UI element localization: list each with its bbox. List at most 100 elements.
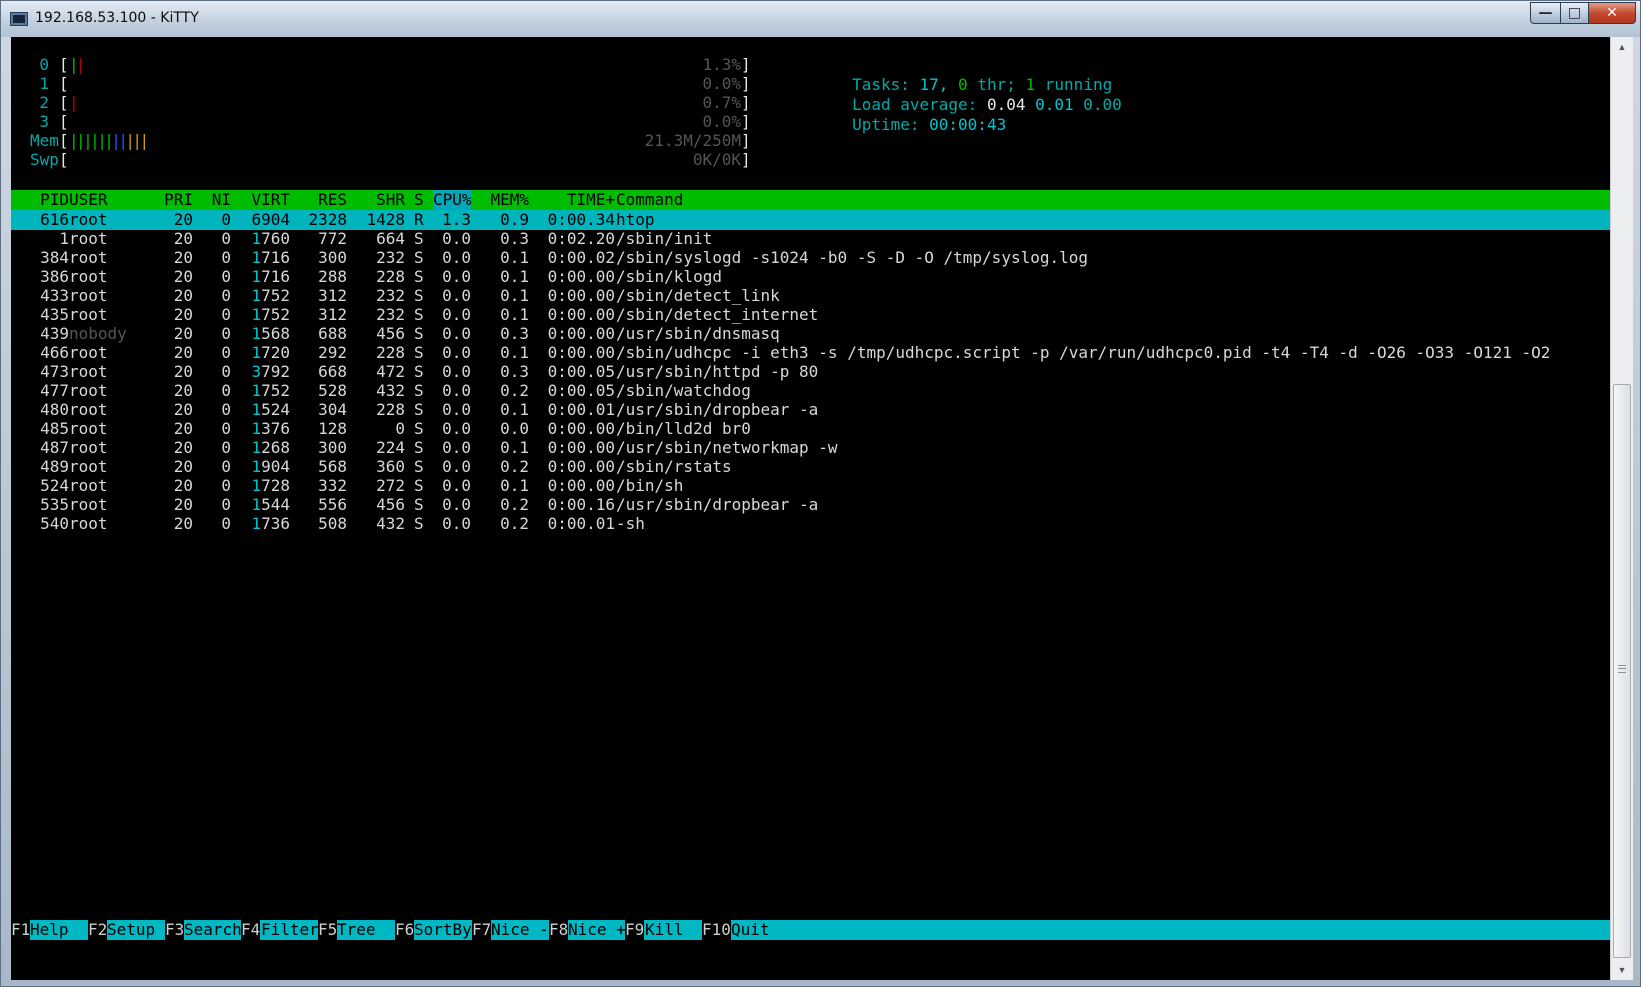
process-row[interactable]: 439 nobody 20 0 1568 688 456 S 0.0 0.3 0:00.00/usr… bbox=[11, 324, 1610, 344]
process-ni: 0 bbox=[221, 267, 231, 286]
column-header-virt[interactable]: VIRT bbox=[232, 190, 290, 210]
process-ni: 0 bbox=[221, 248, 231, 267]
virt-thousands: 1 bbox=[251, 514, 262, 533]
process-shr: 432 bbox=[376, 381, 405, 400]
column-header-shr[interactable]: SHR bbox=[347, 190, 405, 210]
process-mem: 0.3 bbox=[500, 362, 529, 381]
terminal-app-icon[interactable] bbox=[10, 12, 28, 26]
scrollbar-thumb[interactable] bbox=[1613, 384, 1631, 958]
column-header-user[interactable]: USER bbox=[69, 190, 155, 210]
fkey-f1-button[interactable]: Help bbox=[30, 920, 88, 940]
fkey-f6-number[interactable]: F6 bbox=[395, 920, 415, 940]
fkey-f1-number[interactable]: F1 bbox=[11, 920, 31, 940]
close-button[interactable]: ✕ bbox=[1588, 2, 1636, 24]
process-row[interactable]: 480 root 20 0 1524 304 228 S 0.0 0.1 0:00.01/usr/s… bbox=[11, 400, 1610, 420]
fkey-f9-button[interactable]: Kill bbox=[645, 920, 703, 940]
process-time: 0:00.00 bbox=[547, 476, 615, 495]
fkey-f8-number[interactable]: F8 bbox=[549, 920, 569, 940]
scroll-down-arrow-icon[interactable]: ▼ bbox=[1611, 960, 1633, 980]
process-s: S bbox=[414, 381, 424, 400]
process-pri: 20 bbox=[173, 457, 193, 476]
process-time: 0:00.00 bbox=[547, 419, 615, 438]
fkey-f10-button[interactable]: Quit bbox=[731, 920, 770, 940]
process-command: /bin/lld2d br0 bbox=[616, 419, 751, 438]
process-virt: 1716 bbox=[232, 267, 290, 287]
meter-bracket-open: [ bbox=[59, 74, 69, 93]
fkey-f8-button[interactable]: Nice + bbox=[568, 920, 626, 940]
process-row[interactable]: 485 root 20 0 1376 128 0 S 0.0 0.0 0:00.00/bin/lld… bbox=[11, 419, 1610, 439]
kitty-window: 192.168.53.100 - KiTTY — □ ✕ 0[| | 1.3%] 1[… bbox=[0, 0, 1641, 987]
fkey-f9-number[interactable]: F9 bbox=[625, 920, 645, 940]
fkey-f10-number[interactable]: F10 bbox=[702, 920, 731, 940]
fkey-f4-number[interactable]: F4 bbox=[241, 920, 261, 940]
process-row[interactable]: 477 root 20 0 1752 528 432 S 0.0 0.2 0:00.05/sbin/… bbox=[11, 381, 1610, 401]
process-s: S bbox=[414, 419, 424, 438]
process-pri: 20 bbox=[173, 324, 193, 343]
scroll-up-arrow-icon[interactable]: ▲ bbox=[1611, 37, 1633, 57]
fkey-f3-button[interactable]: Search bbox=[184, 920, 242, 940]
process-res: 312 bbox=[318, 286, 347, 305]
process-row[interactable]: 489 root 20 0 1904 568 360 S 0.0 0.2 0:00.00/sbin/… bbox=[11, 457, 1610, 477]
process-ni: 0 bbox=[221, 400, 231, 419]
process-res: 772 bbox=[318, 229, 347, 248]
fkey-f5-number[interactable]: F5 bbox=[318, 920, 338, 940]
virt-rest: 720 bbox=[261, 343, 290, 362]
process-row[interactable]: 466 root 20 0 1720 292 228 S 0.0 0.1 0:00.00/sbin/… bbox=[11, 343, 1610, 363]
process-row[interactable]: 386 root 20 0 1716 288 228 S 0.0 0.1 0:00.00/sbin/… bbox=[11, 267, 1610, 287]
terminal-screen[interactable]: 0[| | 1.3%] 1[0.0%] 2[| 0.7%] 3[0.0%] Mem[|||||… bbox=[11, 37, 1610, 980]
process-row[interactable]: 1 root 20 0 1760 772 664 S 0.0 0.3 0:02.20/sbin/in… bbox=[11, 229, 1610, 249]
minimize-button[interactable]: — bbox=[1530, 2, 1560, 24]
fkey-f7-number[interactable]: F7 bbox=[472, 920, 492, 940]
column-header-ni[interactable]: NI bbox=[193, 190, 231, 210]
process-row[interactable]: 616 root 20 0 6904 2328 1428 R 1.3 0.9 0:00.34 htop bbox=[11, 210, 1610, 230]
fkey-f2-button[interactable]: Setup bbox=[107, 920, 165, 940]
process-time: 0:00.00 bbox=[547, 343, 615, 362]
process-row[interactable]: 535 root 20 0 1544 556 456 S 0.0 0.2 0:00.16/usr/s… bbox=[11, 495, 1610, 515]
column-header-res[interactable]: RES bbox=[289, 190, 347, 210]
process-cpu: 0.0 bbox=[442, 457, 471, 476]
process-shr: 0 bbox=[395, 419, 405, 438]
process-mem: 0.0 bbox=[500, 419, 529, 438]
meter-bracket-open: [ bbox=[59, 131, 69, 150]
maximize-icon: □ bbox=[1567, 5, 1582, 21]
title-bar[interactable]: 192.168.53.100 - KiTTY — □ ✕ bbox=[1, 1, 1640, 37]
process-pri: 20 bbox=[173, 381, 193, 400]
process-shr: 472 bbox=[376, 362, 405, 381]
virt-rest: 752 bbox=[261, 381, 290, 400]
column-header-pid[interactable]: PID bbox=[21, 190, 69, 210]
swap-value: 0K/0K bbox=[692, 150, 741, 169]
process-row[interactable]: 524 root 20 0 1728 332 272 S 0.0 0.1 0:00.00/bin/s… bbox=[11, 476, 1610, 496]
process-cpu: 0.0 bbox=[442, 305, 471, 324]
column-header-command[interactable]: Command bbox=[616, 190, 1576, 210]
process-table-header[interactable]: PID USER PRI NI VIRT RES SHR S CPU% MEM% TIME+ Comm… bbox=[11, 190, 1610, 210]
process-ni: 0 bbox=[221, 476, 231, 495]
process-shr: 664 bbox=[376, 229, 405, 248]
column-header-cpu[interactable]: CPU% bbox=[433, 190, 472, 210]
process-row[interactable]: 487 root 20 0 1268 300 224 S 0.0 0.1 0:00.00/usr/s… bbox=[11, 438, 1610, 458]
vertical-scrollbar[interactable]: ▲ ▼ bbox=[1610, 37, 1633, 980]
column-header-time[interactable]: TIME+ bbox=[529, 190, 615, 210]
maximize-button[interactable]: □ bbox=[1560, 2, 1588, 24]
process-row[interactable]: 540 root 20 0 1736 508 432 S 0.0 0.2 0:00.01 -sh bbox=[11, 514, 1610, 534]
virt-thousands: 1 bbox=[251, 419, 262, 438]
column-header-s[interactable]: S bbox=[414, 190, 424, 210]
fkey-f2-number[interactable]: F2 bbox=[88, 920, 108, 940]
column-header-mem[interactable]: MEM% bbox=[481, 190, 529, 210]
fkey-f3-number[interactable]: F3 bbox=[165, 920, 185, 940]
fkey-f4-button[interactable]: Filter bbox=[261, 920, 319, 940]
process-row[interactable]: 433 root 20 0 1752 312 232 S 0.0 0.1 0:00.00/sbin/… bbox=[11, 286, 1610, 306]
fkey-f6-button[interactable]: SortBy bbox=[414, 920, 472, 940]
process-user: nobody bbox=[69, 324, 127, 343]
fkey-f5-button[interactable]: Tree bbox=[337, 920, 395, 940]
process-command: /sbin/init bbox=[616, 229, 713, 248]
uptime-value: 00:00:43 bbox=[929, 115, 1007, 134]
process-pri: 20 bbox=[173, 514, 193, 533]
fkey-f7-button[interactable]: Nice - bbox=[491, 920, 549, 940]
process-shr: 228 bbox=[376, 267, 405, 286]
process-res: 2328 bbox=[308, 210, 347, 229]
process-row[interactable]: 384 root 20 0 1716 300 232 S 0.0 0.1 0:00.02/sbin/… bbox=[11, 248, 1610, 268]
process-row[interactable]: 473 root 20 0 3792 668 472 S 0.0 0.3 0:00.05/usr/s… bbox=[11, 362, 1610, 382]
process-row[interactable]: 435 root 20 0 1752 312 232 S 0.0 0.1 0:00.00/sbin/… bbox=[11, 305, 1610, 325]
process-virt: 1752 bbox=[232, 286, 290, 306]
column-header-pri[interactable]: PRI bbox=[155, 190, 193, 210]
